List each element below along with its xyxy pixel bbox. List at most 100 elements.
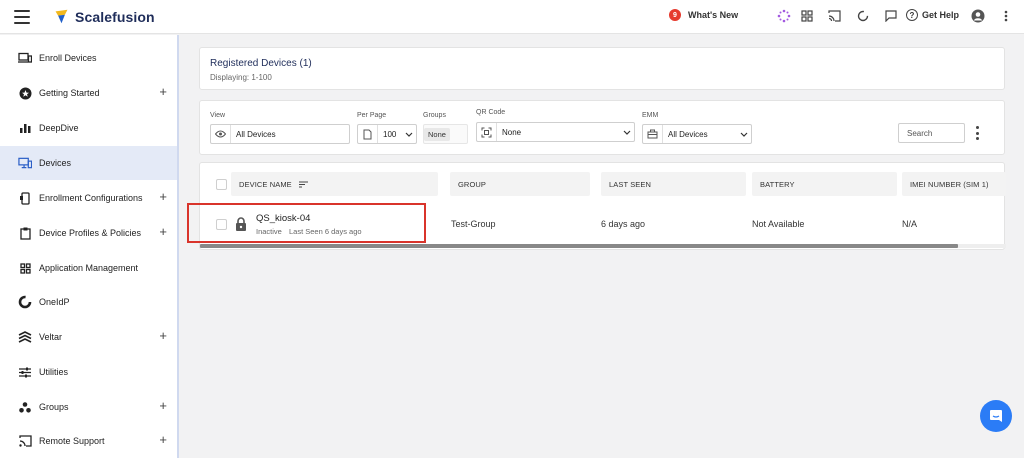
- sidebar-item-application-management[interactable]: Application Management: [0, 251, 177, 285]
- sidebar-item-label: Remote Support: [39, 436, 105, 446]
- view-select[interactable]: All Devices: [210, 124, 350, 144]
- user-avatar-icon[interactable]: [971, 9, 985, 23]
- sidebar-item-enrollment-configurations[interactable]: Enrollment Configurations +: [0, 181, 177, 215]
- expand-plus-icon[interactable]: +: [159, 85, 167, 99]
- whats-new-label: What's New: [688, 10, 739, 20]
- sidebar-item-device-profiles-policies[interactable]: Device Profiles & Policies +: [0, 216, 177, 250]
- sidebar-item-remote-support[interactable]: Remote Support +: [0, 424, 177, 458]
- sidebar-item-enroll-devices[interactable]: Enroll Devices: [0, 41, 177, 75]
- brand-name: Scalefusion: [75, 8, 155, 25]
- sidebar-item-label: Devices: [39, 158, 72, 168]
- veltar-icon: [18, 330, 32, 344]
- column-header-label: DEVICE NAME: [239, 179, 292, 189]
- per-page-value: 100: [383, 129, 397, 139]
- sidebar-item-deepdive[interactable]: DeepDive: [0, 111, 177, 145]
- emm-label: EMM: [642, 112, 659, 119]
- column-header-last-seen[interactable]: LAST SEEN: [601, 172, 746, 196]
- sliders-icon: [18, 365, 32, 379]
- sync-circle-icon[interactable]: [856, 9, 870, 23]
- filters-card: View All Devices Per Page 100 Groups Non…: [199, 100, 1005, 155]
- star-badge-icon: [18, 86, 32, 100]
- sidebar-item-label: Veltar: [39, 332, 63, 342]
- sidebar-item-label: Application Management: [39, 263, 139, 273]
- sidebar-item-utilities[interactable]: Utilities: [0, 355, 177, 389]
- sidebar-item-label: Groups: [39, 402, 69, 412]
- help-icon: ?: [906, 9, 918, 21]
- column-header-imei[interactable]: IMEI NUMBER (SIM 1): [902, 172, 1006, 196]
- groups-value: None: [424, 128, 450, 141]
- sidebar-item-label: Enroll Devices: [39, 53, 97, 63]
- top-bar: Scalefusion 9 What's New ? Get Help: [0, 0, 1024, 34]
- cell-imei: N/A: [902, 219, 918, 229]
- chat-message-icon[interactable]: [884, 9, 898, 23]
- sidebar-item-label: DeepDive: [39, 123, 79, 133]
- apps-grid-icon[interactable]: [800, 9, 814, 23]
- expand-plus-icon[interactable]: +: [159, 190, 167, 204]
- column-header-device-name[interactable]: DEVICE NAME: [231, 172, 438, 196]
- chevron-down-icon: [737, 132, 751, 137]
- filters-more-icon[interactable]: [975, 126, 979, 140]
- page-title: Registered Devices (1): [210, 58, 312, 69]
- chat-icon: [990, 410, 1002, 422]
- cell-last-seen: 6 days ago: [601, 219, 646, 229]
- briefcase-icon: [643, 125, 663, 143]
- expand-plus-icon[interactable]: +: [159, 433, 167, 447]
- emm-select[interactable]: All Devices: [642, 124, 752, 144]
- sidebar-item-label: Utilities: [39, 367, 69, 377]
- sort-icon[interactable]: [298, 181, 308, 188]
- view-label: View: [210, 112, 226, 119]
- whats-new-button[interactable]: 9 What's New: [669, 9, 738, 21]
- column-header-battery[interactable]: BATTERY: [752, 172, 897, 196]
- sidebar-item-devices[interactable]: Devices: [0, 146, 177, 180]
- sidebar-item-oneidp[interactable]: OneIdP: [0, 285, 177, 319]
- cast-icon: [18, 434, 32, 448]
- qr-scan-icon: [477, 123, 497, 141]
- get-help-button[interactable]: ? Get Help: [906, 9, 959, 21]
- column-header-label: BATTERY: [760, 179, 795, 189]
- groups-icon: [18, 400, 32, 414]
- select-all-checkbox[interactable]: [216, 179, 227, 190]
- column-header-label: IMEI NUMBER (SIM 1): [910, 179, 989, 189]
- per-page-label: Per Page: [357, 112, 387, 119]
- sidebar-item-groups[interactable]: Groups +: [0, 390, 177, 424]
- chat-support-button[interactable]: [980, 400, 1012, 432]
- sidebar-item-veltar[interactable]: Veltar +: [0, 320, 177, 354]
- expand-plus-icon[interactable]: +: [159, 399, 167, 413]
- highlight-box: [187, 203, 426, 243]
- sidebar: Enroll Devices Getting Started + DeepDiv…: [0, 35, 179, 458]
- view-value: All Devices: [236, 129, 276, 139]
- expand-plus-icon[interactable]: +: [159, 225, 167, 239]
- apps-grid-icon: [18, 261, 32, 275]
- clipboard-icon: [18, 226, 32, 240]
- sidebar-item-getting-started[interactable]: Getting Started +: [0, 76, 177, 110]
- chevron-down-icon: [402, 132, 416, 137]
- get-help-label: Get Help: [922, 10, 960, 20]
- qr-code-select[interactable]: None: [476, 122, 635, 142]
- more-vertical-icon[interactable]: [999, 9, 1013, 23]
- sidebar-item-label: Device Profiles & Policies: [39, 228, 142, 238]
- cast-icon[interactable]: [827, 9, 841, 23]
- eye-icon: [211, 125, 231, 143]
- expand-plus-icon[interactable]: +: [159, 329, 167, 343]
- search-input[interactable]: Search: [898, 123, 965, 143]
- brand[interactable]: Scalefusion: [53, 8, 155, 25]
- phone-config-icon: [18, 191, 32, 205]
- column-header-label: LAST SEEN: [609, 179, 652, 189]
- scalefusion-logo-icon: [55, 9, 68, 24]
- sidebar-item-label: Enrollment Configurations: [39, 193, 143, 203]
- qr-code-value: None: [502, 127, 522, 137]
- sidebar-item-label: OneIdP: [39, 297, 70, 307]
- document-icon: [358, 125, 378, 143]
- cell-group: Test-Group: [451, 219, 496, 229]
- column-header-label: GROUP: [458, 179, 487, 189]
- display-range: Displaying: 1-100: [210, 73, 272, 82]
- cell-battery: Not Available: [752, 219, 805, 229]
- column-header-group[interactable]: GROUP: [450, 172, 590, 196]
- horizontal-scrollbar-thumb[interactable]: [200, 244, 958, 248]
- per-page-select[interactable]: 100: [357, 124, 417, 144]
- whats-new-badge: 9: [669, 9, 681, 21]
- ai-sparkle-icon[interactable]: [777, 9, 791, 23]
- oneidp-icon: [18, 295, 32, 309]
- menu-icon[interactable]: [14, 10, 30, 24]
- sidebar-item-label: Getting Started: [39, 88, 100, 98]
